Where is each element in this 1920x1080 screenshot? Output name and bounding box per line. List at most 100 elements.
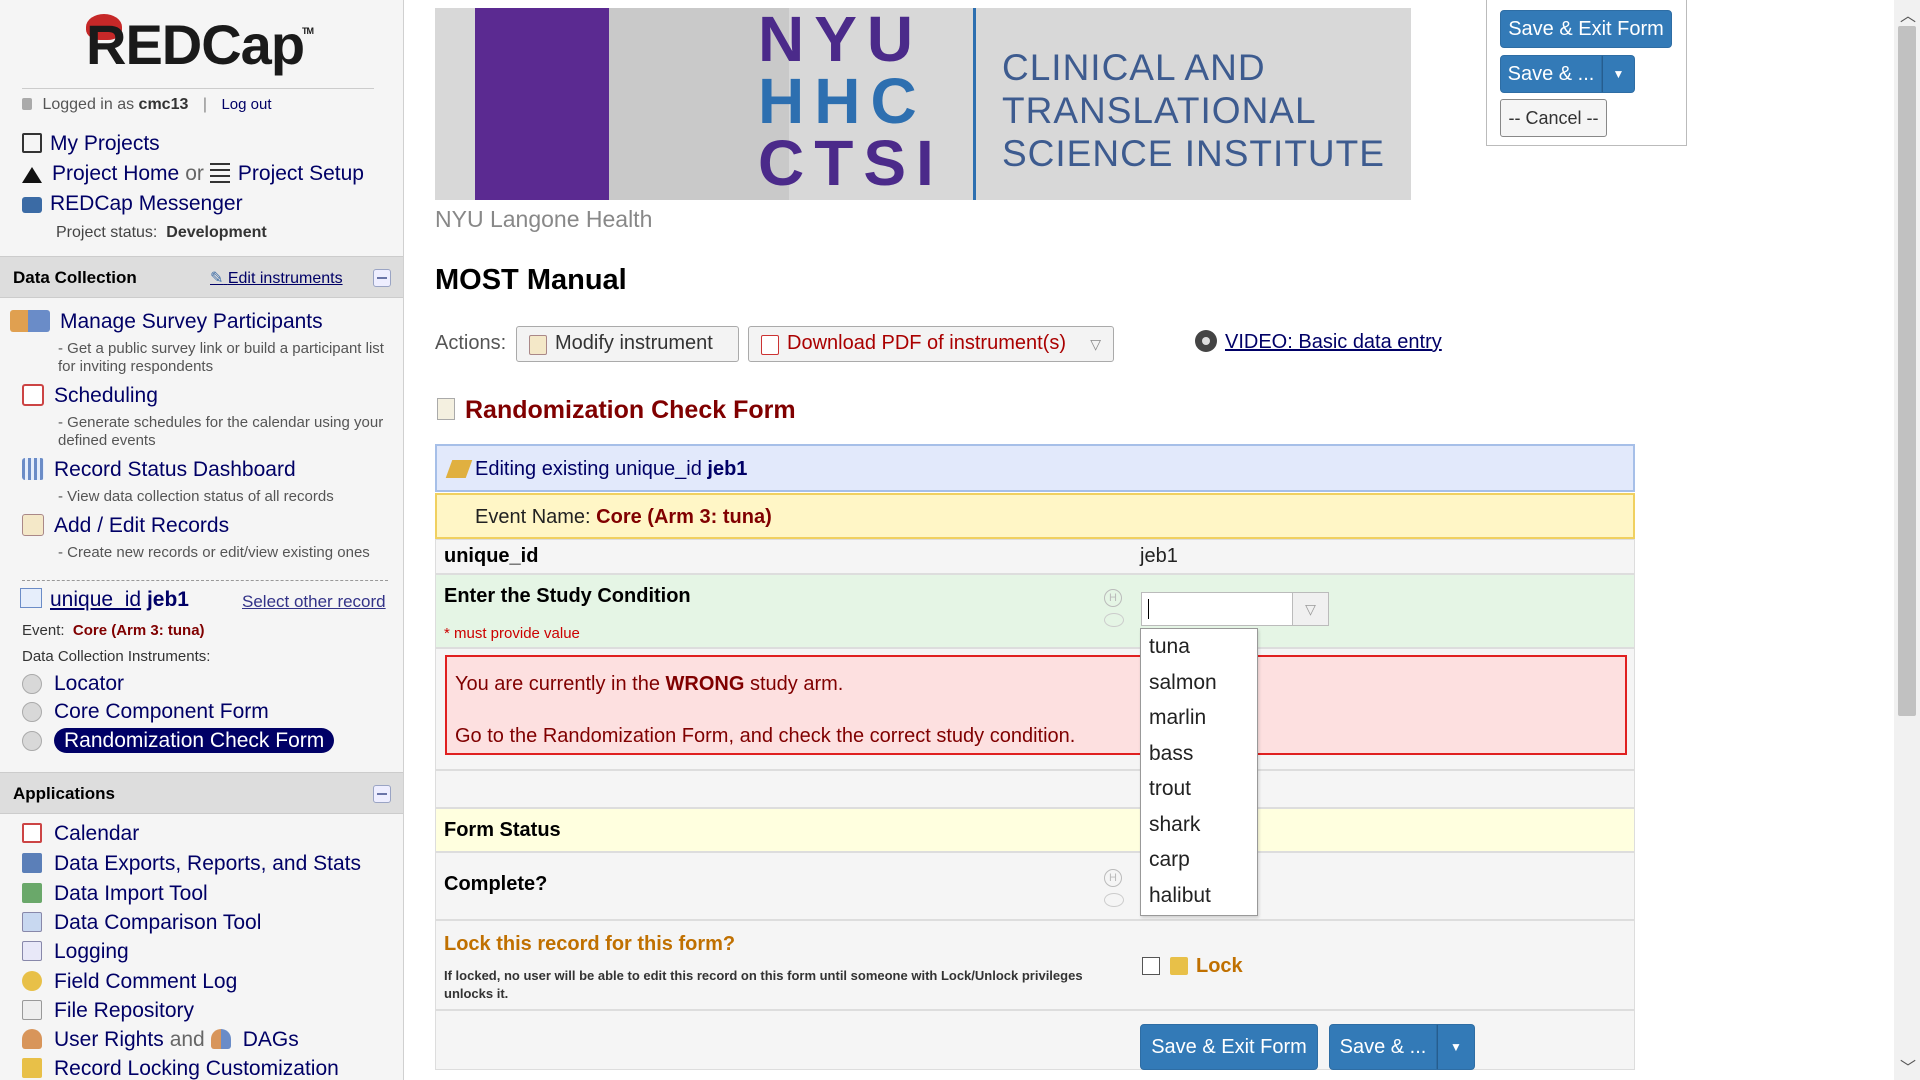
dropdown-option[interactable]: carp	[1141, 842, 1257, 878]
app-data-exports[interactable]: Data Exports, Reports, and Stats	[22, 852, 361, 876]
username: cmc13	[138, 96, 189, 113]
collapse-applications-button[interactable]	[373, 785, 391, 803]
logout-link[interactable]: Log out	[221, 96, 271, 113]
data-collection-header: Data Collection ✎ Edit instruments	[0, 256, 403, 298]
nav-project-home-row: Project Home or Project Setup	[22, 162, 364, 186]
app-calendar[interactable]: Calendar	[22, 822, 139, 846]
save-exit-form-button-bottom[interactable]: Save & Exit Form	[1140, 1024, 1318, 1070]
redcap-logo[interactable]: REDCapTM	[86, 12, 315, 77]
lock-row: Lock this record for this form? If locke…	[435, 920, 1635, 1010]
editing-record-row: Editing existing unique_id jeb1	[435, 444, 1635, 492]
app-data-import[interactable]: Data Import Tool	[22, 882, 208, 906]
save-and-more-button-bottom[interactable]: Save & ...	[1329, 1024, 1437, 1070]
padlock-icon	[1170, 957, 1188, 975]
record-status-dashboard-link[interactable]: Record Status Dashboard	[22, 458, 296, 482]
history-icon[interactable]: H	[1104, 589, 1122, 607]
comment-icon[interactable]	[1104, 613, 1124, 627]
history-icon[interactable]: H	[1104, 869, 1122, 887]
dropdown-option[interactable]: trout	[1141, 771, 1257, 807]
instrument-randomization-check[interactable]: Randomization Check Form	[22, 728, 335, 753]
app-file-repository[interactable]: File Repository	[22, 999, 194, 1023]
download-pdf-button[interactable]: Download PDF of instrument(s) ▽	[748, 326, 1114, 362]
select-other-record-link[interactable]: Select other record	[242, 592, 386, 612]
manage-survey-participants-link[interactable]: Manage Survey Participants	[10, 310, 323, 334]
edit-records-icon	[22, 514, 44, 536]
field-help-icons: H	[1104, 589, 1124, 627]
edit-instruments-link[interactable]: ✎ Edit instruments	[210, 268, 343, 288]
scrollbar-thumb[interactable]	[1898, 26, 1916, 716]
nav-project-setup[interactable]: Project Setup	[238, 162, 364, 185]
unique-id-label: unique_id	[444, 545, 539, 567]
instruments-label: Data Collection Instruments:	[22, 648, 211, 665]
page-title: MOST Manual	[435, 264, 627, 296]
dropdown-option[interactable]: halibut	[1141, 878, 1257, 914]
scroll-down-icon[interactable]: ﹀	[1900, 1054, 1916, 1078]
nav-project-home[interactable]: Project Home	[52, 162, 179, 185]
study-condition-row: Enter the Study Condition * must provide…	[435, 574, 1635, 648]
save-exit-form-button-top[interactable]: Save & Exit Form	[1500, 10, 1672, 48]
app-logging[interactable]: Logging	[22, 940, 129, 964]
nav-messenger[interactable]: REDCap Messenger	[22, 192, 243, 216]
chevron-down-icon: ▽	[1090, 336, 1101, 352]
app-field-comment-log[interactable]: Field Comment Log	[22, 970, 237, 994]
modify-instrument-button[interactable]: Modify instrument	[516, 326, 739, 362]
dropdown-option[interactable]: marlin	[1141, 700, 1257, 736]
dropdown-option[interactable]: shark	[1141, 807, 1257, 843]
grid-icon	[22, 458, 44, 480]
unique-id-value: jeb1	[1140, 545, 1178, 567]
app-data-comparison[interactable]: Data Comparison Tool	[22, 911, 261, 935]
calendar-icon	[22, 384, 44, 406]
event-name-row: Event Name: Core (Arm 3: tuna)	[435, 493, 1635, 539]
banner-subtitle: NYU Langone Health	[435, 206, 653, 232]
study-condition-input[interactable]	[1141, 592, 1293, 626]
lock-icon	[22, 98, 32, 110]
save-options-dropdown-top[interactable]: ▼	[1602, 55, 1635, 93]
study-condition-dropdown-button[interactable]: ▽	[1293, 592, 1329, 626]
save-options-dropdown-bottom[interactable]: ▼	[1437, 1024, 1475, 1070]
scroll-up-icon[interactable]: ︿	[1900, 2, 1916, 26]
divider	[22, 580, 388, 581]
divider	[22, 88, 374, 89]
nav-my-projects[interactable]: My Projects	[22, 132, 160, 156]
study-condition-dropdown-list: tuna salmon marlin bass trout shark carp…	[1140, 628, 1258, 916]
add-edit-records-link[interactable]: Add / Edit Records	[22, 514, 229, 538]
status-circle-icon	[22, 674, 42, 694]
chat-icon	[22, 197, 42, 213]
institution-banner: NYU HHC CTSI CLINICAL AND TRANSLATIONAL …	[435, 8, 1411, 200]
complete-label: Complete?	[444, 873, 548, 895]
save-and-more-button-top[interactable]: Save & ...	[1500, 55, 1602, 93]
instrument-core-component[interactable]: Core Component Form	[22, 700, 269, 724]
form-icon	[437, 398, 455, 420]
dropdown-option[interactable]: tuna	[1141, 629, 1257, 665]
collapse-data-collection-button[interactable]	[373, 269, 391, 287]
comment-icon	[22, 971, 42, 991]
dropdown-option[interactable]: salmon	[1141, 665, 1257, 701]
app-user-rights[interactable]: User Rights	[54, 1028, 164, 1051]
lock-description: If locked, no user will be able to edit …	[444, 968, 1083, 1001]
dropdown-option[interactable]: bass	[1141, 736, 1257, 772]
banner-logo-text: NYU HHC CTSI	[758, 8, 944, 199]
compare-icon	[22, 912, 42, 932]
comment-icon[interactable]	[1104, 893, 1124, 907]
add-edit-desc: - Create new records or edit/view existi…	[58, 544, 370, 561]
lock-checkbox[interactable]	[1142, 957, 1160, 975]
manage-survey-desc: - Get a public survey link or build a pa…	[58, 340, 384, 375]
status-circle-icon	[22, 731, 42, 751]
groups-icon	[210, 1029, 231, 1049]
app-dags[interactable]: DAGs	[243, 1028, 299, 1051]
record-status-desc: - View data collection status of all rec…	[58, 488, 334, 505]
pdf-icon	[761, 335, 779, 355]
study-condition-label: Enter the Study Condition	[444, 585, 691, 607]
video-basic-data-entry-link[interactable]: VIDEO: Basic data entry	[1195, 330, 1442, 354]
cancel-button[interactable]: -- Cancel --	[1500, 99, 1607, 137]
app-record-locking[interactable]: Record Locking Customization	[22, 1057, 339, 1080]
project-status: Project status: Development	[56, 224, 267, 241]
chevron-down-icon: ▽	[1305, 601, 1316, 617]
required-note: * must provide value	[444, 625, 580, 642]
vertical-scrollbar[interactable]: ︿ ﹀	[1894, 0, 1920, 1080]
applications-header: Applications	[0, 772, 403, 814]
scheduling-link[interactable]: Scheduling	[22, 384, 158, 408]
instrument-locator[interactable]: Locator	[22, 672, 124, 696]
export-icon	[22, 853, 42, 873]
current-record-link[interactable]: unique_id jeb1	[20, 588, 189, 612]
